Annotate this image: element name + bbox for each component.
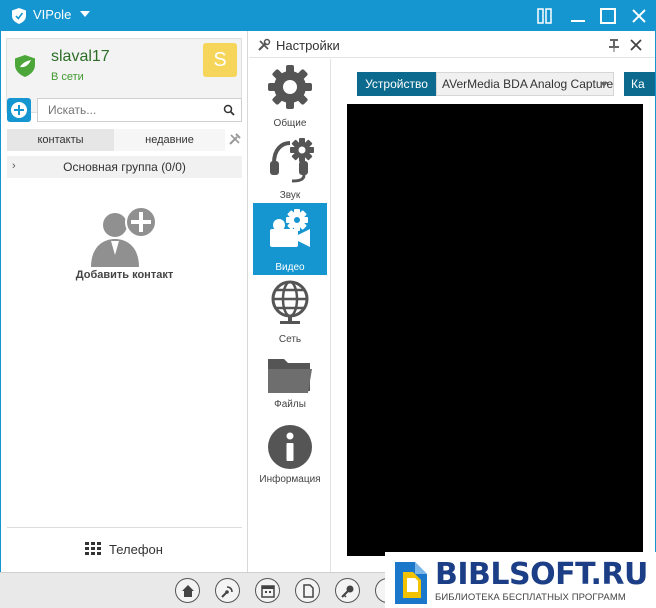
gear-icon — [268, 65, 312, 109]
watermark: BIBLSOFT.RU БИБЛИОТЕКА БЕСПЛАТНЫХ ПРОГРА… — [385, 552, 656, 608]
username: slaval17 — [51, 48, 110, 65]
contacts-panel: slaval17 В сети S контакты недавние Осно… — [1, 31, 248, 572]
nav-label-sound: Звук — [279, 190, 301, 201]
close-icon[interactable] — [629, 38, 643, 52]
panels-icon[interactable] — [534, 5, 556, 27]
online-status-icon[interactable] — [14, 54, 36, 78]
app-title: VIPole — [33, 7, 72, 22]
nav-label-files: Файлы — [274, 399, 306, 410]
video-preview — [347, 104, 643, 556]
search-icon[interactable] — [223, 104, 235, 116]
nav-item-info[interactable]: Информация — [253, 419, 327, 491]
watermark-logo-icon — [395, 562, 427, 604]
maximize-icon[interactable] — [597, 5, 619, 27]
title-bar: VIPole — [0, 0, 656, 31]
key-icon — [341, 585, 354, 598]
plus-icon — [11, 102, 27, 118]
headset-icon — [270, 138, 314, 183]
radar-icon — [221, 586, 233, 598]
nav-label-info: Информация — [259, 474, 321, 485]
nav-item-video[interactable]: Видео — [253, 203, 327, 275]
status-text[interactable]: В сети — [51, 71, 84, 83]
device-select-value: AVerMedia BDA Analog Capture — [442, 77, 614, 91]
contacts-tabs: контакты недавние — [7, 129, 225, 151]
document-button[interactable] — [295, 578, 320, 603]
nav-item-sound[interactable]: Звук — [253, 131, 327, 203]
calendar-button[interactable] — [255, 578, 280, 603]
shield-logo-icon — [12, 8, 26, 24]
contact-group-row[interactable]: Основная группа (0/0) › — [7, 156, 242, 178]
tab-contacts[interactable]: контакты — [7, 129, 114, 151]
keypad-icon — [85, 542, 101, 555]
divider — [7, 527, 242, 528]
radar-button[interactable] — [215, 578, 240, 603]
settings-header: Настройки — [249, 33, 655, 58]
nav-label-network: Сеть — [278, 334, 302, 345]
nav-label-general: Общие — [273, 118, 307, 129]
camera-icon — [270, 209, 310, 247]
search-box — [37, 98, 242, 122]
minimize-icon[interactable] — [567, 5, 589, 27]
folder-icon — [268, 359, 312, 393]
add-button[interactable] — [7, 98, 31, 122]
nav-label-video: Видео — [275, 262, 305, 273]
calendar-icon — [261, 585, 275, 598]
phone-button[interactable]: Телефон — [7, 537, 242, 561]
info-icon — [268, 425, 312, 469]
camera-button[interactable]: Ка — [624, 72, 655, 96]
nav-item-network[interactable]: Сеть — [253, 275, 327, 347]
key-button[interactable] — [335, 578, 360, 603]
tools-icon[interactable] — [228, 132, 242, 146]
group-label: Основная группа (0/0) — [63, 160, 186, 174]
settings-title: Настройки — [276, 38, 340, 53]
tools-icon — [258, 38, 271, 51]
device-label: Устройство — [357, 72, 436, 96]
watermark-subtitle: БИБЛИОТЕКА БЕСПЛАТНЫХ ПРОГРАММ — [435, 592, 626, 603]
add-contact-icon[interactable] — [89, 205, 159, 267]
device-select[interactable]: AVerMedia BDA Analog Capture — [436, 72, 614, 96]
chevron-down-icon — [600, 82, 608, 87]
tab-recent[interactable]: недавние — [114, 129, 225, 151]
add-contact-label[interactable]: Добавить контакт — [7, 269, 242, 281]
document-icon — [303, 584, 314, 598]
chevron-right-icon[interactable]: › — [12, 160, 16, 172]
settings-nav: Общие Звук Видео Сеть Файлы Информация — [252, 59, 328, 549]
nav-item-general[interactable]: Общие — [253, 59, 327, 131]
close-icon[interactable] — [628, 5, 650, 27]
pin-icon[interactable] — [608, 38, 620, 52]
nav-item-files[interactable]: Файлы — [253, 347, 327, 411]
globe-icon — [271, 280, 309, 324]
watermark-title: BIBLSOFT.RU — [435, 557, 648, 592]
app-menu-chevron-icon[interactable] — [80, 11, 90, 17]
home-icon — [182, 585, 194, 597]
home-button[interactable] — [175, 578, 200, 603]
avatar[interactable]: S — [203, 43, 237, 77]
phone-label: Телефон — [109, 542, 163, 557]
search-input[interactable] — [38, 99, 218, 121]
